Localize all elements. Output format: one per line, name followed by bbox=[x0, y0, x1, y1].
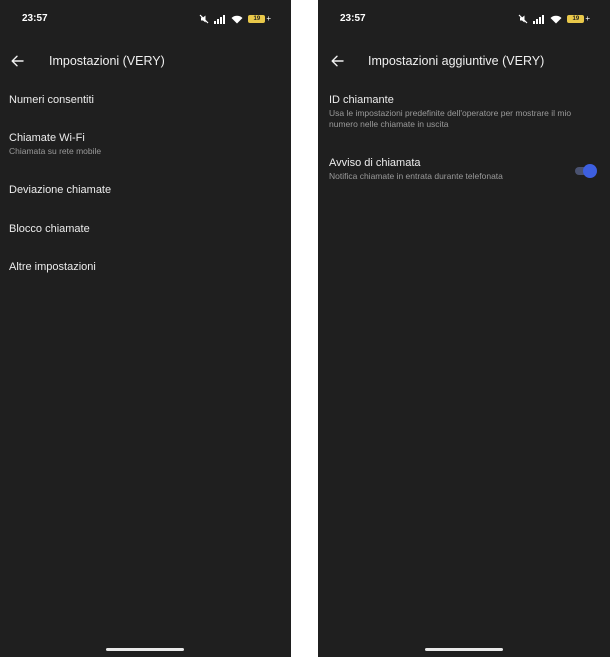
status-bar: 23:57 19 + bbox=[0, 0, 291, 40]
menu-item-sublabel: Chiamata su rete mobile bbox=[9, 146, 102, 156]
menu-item-label: Numeri consentiti bbox=[9, 94, 94, 106]
menu-item-blocco-chiamate[interactable]: Blocco chiamate bbox=[0, 223, 291, 235]
status-time: 23:57 bbox=[22, 13, 48, 24]
home-indicator[interactable] bbox=[425, 648, 503, 651]
signal-icon bbox=[214, 14, 226, 24]
app-bar: Impostazioni (VERY) bbox=[0, 46, 291, 76]
setting-id-chiamante[interactable]: ID chiamante Usa le impostazioni predefi… bbox=[318, 94, 610, 130]
battery-level: 19 bbox=[248, 15, 266, 23]
menu-item-label: Blocco chiamate bbox=[9, 223, 90, 235]
mute-icon bbox=[199, 14, 209, 24]
menu-item-deviazione-chiamate[interactable]: Deviazione chiamate bbox=[0, 184, 291, 196]
status-time: 23:57 bbox=[340, 13, 366, 24]
phone-screen-right: 23:57 19 + Impostazioni aggiuntive (VERY… bbox=[318, 0, 610, 657]
setting-description: Notifica chiamate in entrata durante tel… bbox=[329, 171, 503, 181]
status-icons: 19 + bbox=[199, 14, 271, 24]
signal-icon bbox=[533, 14, 545, 24]
wifi-icon bbox=[231, 15, 243, 23]
menu-item-altre-impostazioni[interactable]: Altre impostazioni bbox=[0, 261, 291, 273]
menu-item-label: Deviazione chiamate bbox=[9, 184, 112, 196]
wifi-icon bbox=[550, 15, 562, 23]
charging-indicator: + bbox=[266, 14, 271, 23]
setting-label: Avviso di chiamata bbox=[329, 157, 421, 169]
status-bar: 23:57 19 + bbox=[318, 0, 610, 40]
menu-item-label: Altre impostazioni bbox=[9, 261, 96, 273]
battery-icon: 19 + bbox=[248, 15, 271, 23]
menu-item-label: Chiamate Wi-Fi bbox=[9, 132, 85, 144]
battery-icon: 19 + bbox=[567, 15, 590, 23]
home-indicator[interactable] bbox=[106, 648, 184, 651]
page-title: Impostazioni aggiuntive (VERY) bbox=[368, 54, 545, 68]
setting-label: ID chiamante bbox=[329, 94, 394, 106]
setting-avviso-di-chiamata[interactable]: Avviso di chiamata Notifica chiamate in … bbox=[318, 157, 610, 182]
app-bar: Impostazioni aggiuntive (VERY) bbox=[318, 46, 610, 76]
status-icons: 19 + bbox=[518, 14, 590, 24]
avviso-di-chiamata-toggle[interactable] bbox=[573, 164, 597, 178]
page-title: Impostazioni (VERY) bbox=[49, 54, 165, 68]
arrow-left-icon[interactable] bbox=[330, 54, 344, 68]
phone-screen-left: 23:57 19 + Impostazioni (VERY) Numeri co… bbox=[0, 0, 291, 657]
menu-item-numeri-consentiti[interactable]: Numeri consentiti bbox=[0, 94, 291, 106]
menu-item-chiamate-wifi[interactable]: Chiamate Wi-Fi Chiamata su rete mobile bbox=[0, 132, 291, 157]
arrow-left-icon[interactable] bbox=[10, 54, 24, 68]
mute-icon bbox=[518, 14, 528, 24]
battery-level: 19 bbox=[567, 15, 585, 23]
setting-description: Usa le impostazioni predefinite dell'ope… bbox=[329, 108, 572, 129]
charging-indicator: + bbox=[585, 14, 590, 23]
toggle-thumb bbox=[583, 164, 597, 178]
